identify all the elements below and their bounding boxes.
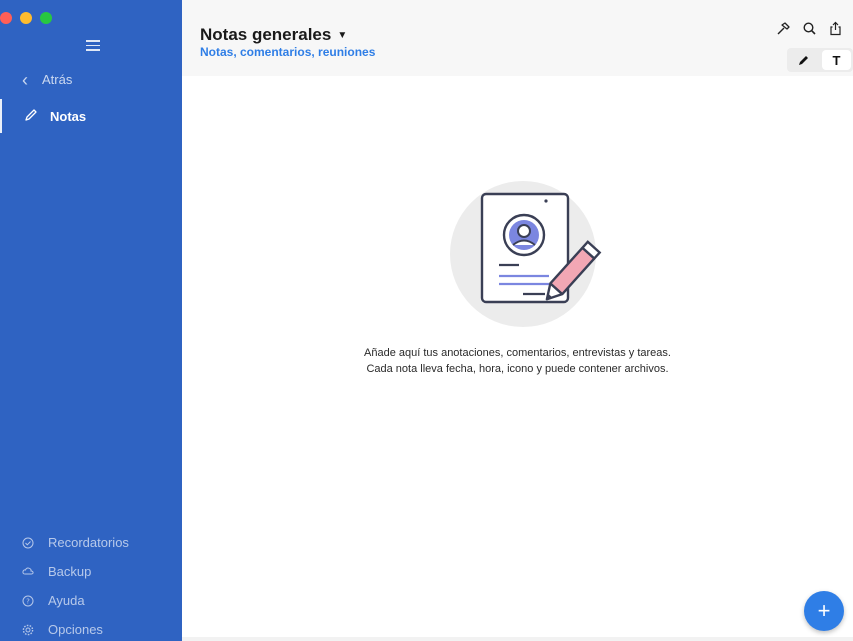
bottom-strip (182, 637, 853, 641)
main-content: Notas generales ▼ Notas, comentarios, re… (182, 0, 853, 641)
header: Notas generales ▼ Notas, comentarios, re… (182, 0, 853, 76)
empty-state-line-1: Añade aquí tus anotaciones, comentarios,… (364, 347, 671, 359)
toolbar (775, 20, 843, 36)
page-subtitle: Notas, comentarios, reuniones (200, 45, 376, 59)
help-icon: ? (22, 595, 34, 606)
sidebar: ‹ Atrás Notas Recordatorios Backup ? Ayu… (0, 0, 182, 641)
cloud-icon (22, 567, 34, 574)
sidebar-item-notas[interactable]: Notas (0, 99, 182, 133)
sidebar-item-label: Opciones (48, 622, 103, 637)
minimize-window-button[interactable] (20, 12, 32, 24)
sidebar-bottom-nav: Recordatorios Backup ? Ayuda Opciones (22, 528, 129, 641)
search-icon[interactable] (801, 20, 817, 36)
mode-toggle: T (787, 48, 853, 72)
plus-icon: + (817, 598, 831, 623)
sidebar-item-ayuda[interactable]: ? Ayuda (22, 586, 129, 615)
sidebar-item-recordatorios[interactable]: Recordatorios (22, 528, 129, 557)
back-button[interactable]: ‹ Atrás (22, 69, 73, 90)
app-window: ‹ Atrás Notas Recordatorios Backup ? Ayu… (0, 0, 853, 641)
add-note-button[interactable]: + (804, 591, 844, 631)
text-mode-button[interactable]: T (822, 50, 851, 70)
page-title-dropdown[interactable]: Notas generales ▼ (200, 25, 347, 45)
empty-state-illustration (447, 180, 607, 335)
active-indicator (0, 99, 2, 133)
pencil-icon (24, 108, 38, 125)
back-label: Atrás (42, 72, 73, 87)
share-icon[interactable] (827, 20, 843, 36)
empty-state-message: Añade aquí tus anotaciones, comentarios,… (182, 345, 853, 377)
sidebar-item-label: Ayuda (48, 593, 85, 608)
sidebar-item-label: Recordatorios (48, 535, 129, 550)
draw-mode-button[interactable] (787, 48, 820, 72)
sidebar-item-backup[interactable]: Backup (22, 557, 129, 586)
hamburger-icon[interactable] (86, 40, 100, 51)
svg-text:?: ? (26, 597, 30, 605)
hammer-icon[interactable] (775, 20, 791, 36)
sidebar-item-label: Backup (48, 564, 92, 579)
sidebar-item-opciones[interactable]: Opciones (22, 615, 129, 641)
empty-state-line-2: Cada nota lleva fecha, hora, icono y pue… (366, 363, 669, 375)
pen-icon (799, 55, 808, 65)
text-mode-label: T (832, 52, 841, 68)
caret-down-icon: ▼ (337, 29, 348, 41)
page-title: Notas generales (200, 25, 332, 44)
window-controls (0, 12, 52, 24)
sidebar-item-label: Notas (50, 108, 87, 124)
gear-icon (22, 624, 34, 635)
close-window-button[interactable] (0, 12, 12, 24)
chevron-left-icon: ‹ (22, 69, 28, 90)
zoom-window-button[interactable] (40, 12, 52, 24)
check-circle-icon (22, 537, 34, 548)
